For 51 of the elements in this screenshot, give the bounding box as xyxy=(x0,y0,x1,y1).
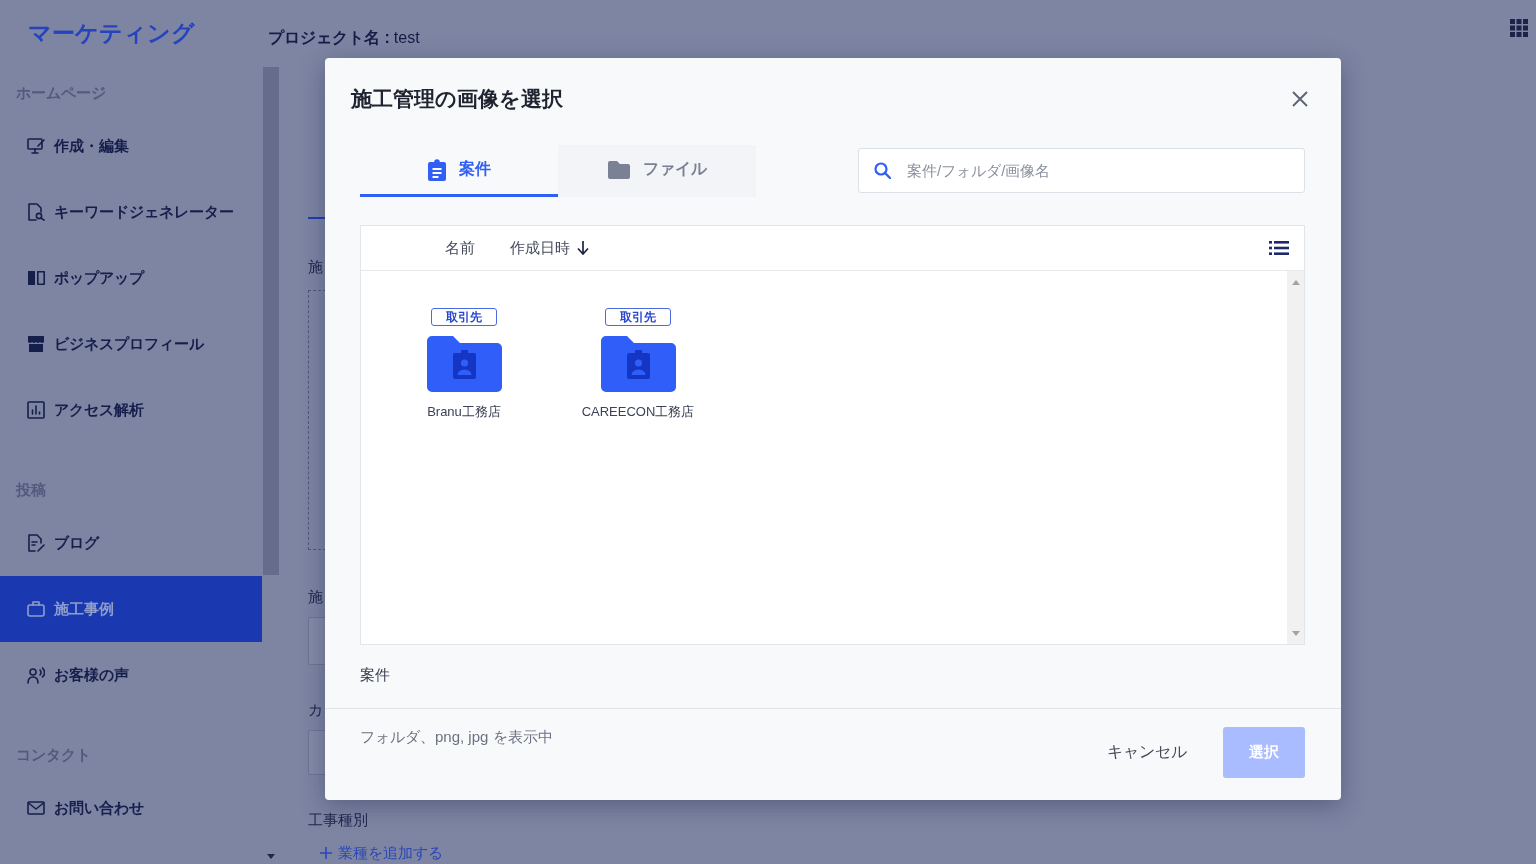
filter-note: フォルダ、png, jpg を表示中 xyxy=(360,727,553,747)
section-label: 工事種別 xyxy=(308,810,368,830)
column-header[interactable]: 作成日時 xyxy=(510,238,589,258)
document-pen-icon xyxy=(27,534,45,552)
column-header[interactable]: 名前 xyxy=(445,238,475,258)
store-icon xyxy=(27,335,45,353)
envelope-icon xyxy=(27,799,45,817)
app-logo: マーケティング xyxy=(27,19,196,48)
folder-person-icon[interactable] xyxy=(600,336,676,392)
sidebar-item[interactable]: お客様の声 xyxy=(0,642,262,708)
close-button[interactable] xyxy=(1292,91,1308,107)
sidebar-item[interactable]: 作成・編集 xyxy=(0,113,262,179)
field-label: 施 xyxy=(308,587,323,607)
project-name: test xyxy=(393,28,420,48)
sidebar-item[interactable]: キーワードジェネレーター xyxy=(0,179,262,245)
document-search-icon xyxy=(27,203,45,221)
person-voice-icon xyxy=(27,666,45,684)
dialog-title: 施工管理の画像を選択 xyxy=(351,86,563,112)
field-label: 施 xyxy=(308,257,323,277)
folder-person-icon[interactable] xyxy=(426,336,502,392)
plus-icon xyxy=(320,847,332,859)
close-icon xyxy=(1292,91,1308,107)
monitor-pen-icon xyxy=(27,137,45,155)
scroll-down-icon[interactable] xyxy=(267,854,275,859)
sidebar-item[interactable]: ビジネスプロフィール xyxy=(0,311,262,377)
apps-grid-icon[interactable] xyxy=(1510,19,1528,37)
sidebar-item[interactable]: 施工事例 xyxy=(0,576,262,642)
folder-icon xyxy=(607,160,630,179)
tag-badge: 取引先 xyxy=(605,308,671,326)
search-field[interactable]: 案件/フォルダ/画像名 xyxy=(858,148,1305,193)
folder-name: Branu工務店 xyxy=(427,403,501,421)
sidebar-item[interactable]: お問い合わせ xyxy=(0,775,262,841)
cancel-button[interactable]: キャンセル xyxy=(1087,727,1207,778)
bar-chart-icon xyxy=(27,401,45,419)
briefcase-icon xyxy=(27,600,45,618)
search-icon xyxy=(874,162,891,179)
list-view-icon[interactable] xyxy=(1269,241,1289,255)
tab[interactable]: ファイル xyxy=(558,145,756,197)
tag-badge: 取引先 xyxy=(431,308,497,326)
scrollbar-thumb[interactable] xyxy=(263,67,279,575)
sidebar-item[interactable]: ブログ xyxy=(0,510,262,576)
breadcrumb: 案件 xyxy=(360,665,390,685)
clipboard-icon xyxy=(427,158,446,181)
arrow-down-icon xyxy=(577,241,589,255)
add-link[interactable]: 業種を追加する xyxy=(308,843,443,863)
book-icon xyxy=(27,269,45,287)
field-label: カ xyxy=(308,700,323,720)
folder-name: CAREECON工務店 xyxy=(581,403,695,421)
sidebar-item[interactable]: ポップアップ xyxy=(0,245,262,311)
sidebar-item[interactable]: アクセス解析 xyxy=(0,377,262,443)
project-label: プロジェクト名 : xyxy=(268,28,390,48)
